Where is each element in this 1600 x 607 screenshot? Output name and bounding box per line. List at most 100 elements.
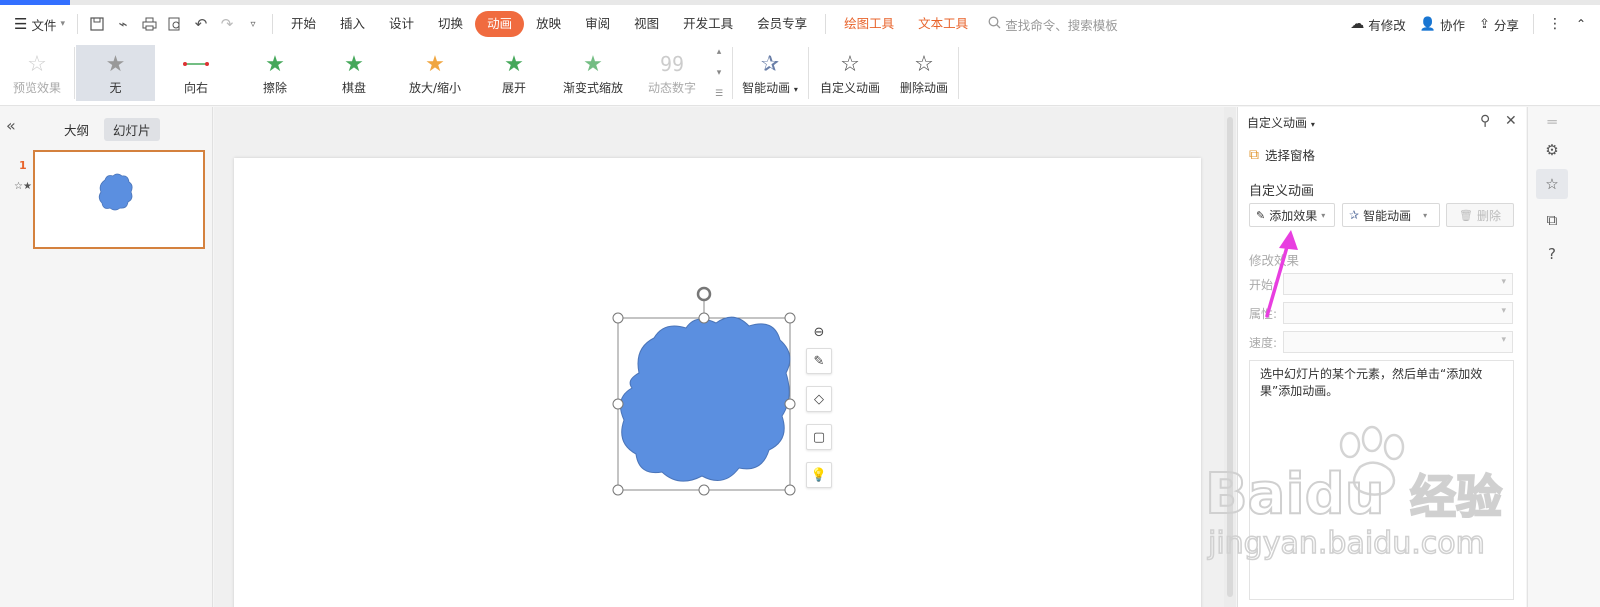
more-options-icon[interactable]: ⋮: [1548, 16, 1562, 32]
user-add-icon: 👤: [1419, 16, 1436, 32]
chevron-down-icon: ▾: [1321, 210, 1326, 220]
star-zoom-icon: ★: [425, 51, 445, 77]
collapse-ribbon-icon[interactable]: ⌃: [1576, 17, 1586, 31]
share-icon: ⇪: [1479, 16, 1490, 32]
print-preview-icon[interactable]: [162, 11, 188, 37]
line-arrow-icon: [183, 49, 209, 79]
star-expand-icon: ★: [504, 51, 524, 77]
save-icon[interactable]: [84, 11, 110, 37]
chevron-down-icon[interactable]: ▾: [717, 68, 722, 78]
collapse-icon[interactable]: ⊖: [806, 319, 832, 345]
brush-icon[interactable]: ✎: [806, 348, 832, 374]
effect-fly-right[interactable]: 向右: [158, 45, 234, 101]
speed-dropdown[interactable]: [1283, 331, 1513, 353]
collapse-panel-icon[interactable]: «: [6, 116, 16, 135]
custom-animation-button[interactable]: ☆ 自定义动画: [814, 45, 886, 101]
close-icon[interactable]: ✕: [1505, 113, 1517, 129]
tab-transition[interactable]: 切换: [426, 11, 475, 37]
tab-home[interactable]: 开始: [279, 11, 328, 37]
add-effect-button[interactable]: ✎ 添加效果 ▾: [1249, 203, 1335, 227]
resize-handle: [784, 398, 796, 410]
start-dropdown[interactable]: [1283, 273, 1513, 295]
format-painter-icon[interactable]: ⌁: [110, 11, 136, 37]
undo-icon[interactable]: ↶: [188, 11, 214, 37]
search-placeholder: 查找命令、搜索模板: [1005, 17, 1118, 33]
resize-handle: [698, 312, 710, 324]
chevron-up-icon[interactable]: ▴: [717, 47, 722, 57]
lightbulb-icon[interactable]: 💡: [806, 462, 832, 488]
delete-animation-button[interactable]: ☆ 删除动画: [892, 45, 956, 101]
selection-pane-button[interactable]: ⧉ 选择窗格: [1249, 145, 1315, 164]
effect-wipe-label: 擦除: [262, 81, 287, 95]
effect-zoom[interactable]: ★ 放大/缩小: [396, 45, 474, 101]
help-icon[interactable]: ?: [1536, 239, 1568, 269]
resize-handle: [698, 484, 710, 496]
annotation-arrow-icon: [1265, 230, 1298, 318]
tab-outline[interactable]: 大纲: [55, 118, 98, 141]
speed-field: 速度:: [1249, 331, 1513, 353]
tab-text-tools[interactable]: 文本工具: [906, 11, 980, 37]
tab-view[interactable]: 视图: [622, 11, 671, 37]
effect-gradual-zoom-label: 渐变式缩放: [562, 81, 623, 95]
property-dropdown[interactable]: [1283, 302, 1513, 324]
chevron-down-icon: ▾: [60, 19, 65, 29]
add-effect-label: 添加效果: [1269, 208, 1318, 223]
delete-button[interactable]: 🗑 删除: [1446, 203, 1514, 227]
tab-drawing-tools[interactable]: 绘图工具: [832, 11, 906, 37]
effect-expand[interactable]: ★ 展开: [476, 45, 552, 101]
animation-marker-icon: ☆★: [14, 181, 32, 192]
tab-slideshow[interactable]: 放映: [524, 11, 573, 37]
resize-handle: [612, 398, 624, 410]
tab-design[interactable]: 设计: [377, 11, 426, 37]
collaborate-button[interactable]: 👤 协作: [1420, 15, 1465, 34]
chevron-down-icon: ▾: [1423, 210, 1428, 220]
redo-icon[interactable]: ↷: [214, 11, 240, 37]
star-wipe-icon: ★: [265, 51, 285, 77]
smart-animation-pane-button[interactable]: ✰ 智能动画 ▾: [1342, 203, 1440, 227]
share-button[interactable]: ⇪ 分享: [1479, 15, 1519, 34]
effect-gradual-zoom[interactable]: ★ 渐变式缩放: [554, 45, 632, 101]
gallery-expand-icon[interactable]: ☰: [715, 89, 723, 99]
effect-none[interactable]: ★ 无: [76, 45, 155, 101]
effect-checkerboard[interactable]: ★ 棋盘: [316, 45, 392, 101]
slide-canvas-area: ⊖ ✎ ◇ ▢ 💡: [214, 107, 1224, 607]
menu-bar: ☰ 文件 ▾ ⌁ ↶ ↷ ▿ 开始 插入 设计 切换 动画 放映 审阅 视图 开…: [0, 5, 1600, 43]
selection-pane-icon: ⧉: [1249, 146, 1259, 163]
modified-status[interactable]: ☁ 有修改: [1350, 15, 1406, 34]
smart-animation-button[interactable]: ✰ 智能动画 ▾: [738, 45, 802, 101]
speed-label: 速度:: [1249, 335, 1278, 350]
effect-checkerboard-label: 棋盘: [341, 81, 366, 95]
pin-icon[interactable]: ⚲: [1480, 113, 1490, 129]
tab-animation[interactable]: 动画: [475, 11, 525, 37]
preview-effect-button[interactable]: ☆ 预览效果: [6, 45, 68, 101]
thumbnail-cloud-shape: [98, 173, 133, 211]
modified-status-label: 有修改: [1368, 17, 1406, 33]
slide-thumbnail[interactable]: [33, 150, 205, 249]
trash-icon: 🗑: [1459, 208, 1473, 222]
star-delete-icon: ☆: [914, 51, 934, 77]
shape-layer: [612, 286, 796, 496]
tab-insert[interactable]: 插入: [328, 11, 377, 37]
star-gray-icon: ★: [105, 51, 126, 77]
slide-transition-icon[interactable]: ⧉: [1536, 205, 1568, 235]
canvas-scrollbar[interactable]: [1224, 107, 1236, 607]
slide-canvas[interactable]: ⊖ ✎ ◇ ▢ 💡: [234, 158, 1201, 607]
animation-star-icon[interactable]: ☆: [1536, 169, 1568, 199]
tab-review[interactable]: 审阅: [573, 11, 622, 37]
pane-title[interactable]: 自定义动画 ▾: [1247, 114, 1315, 131]
gallery-scroll[interactable]: ▴ ▾ ☰: [712, 47, 726, 99]
effect-wipe[interactable]: ★ 擦除: [237, 45, 313, 101]
tab-developer[interactable]: 开发工具: [671, 11, 745, 37]
print-icon[interactable]: [136, 11, 162, 37]
settings-sliders-icon[interactable]: ⚙: [1536, 135, 1568, 165]
tab-member[interactable]: 会员专享: [745, 11, 819, 37]
effect-dynamic-number[interactable]: 99 动态数字: [634, 45, 710, 101]
fill-icon[interactable]: ◇: [806, 386, 832, 412]
outline-icon[interactable]: ▢: [806, 424, 832, 450]
collaborate-label: 协作: [1440, 17, 1466, 33]
tab-slides[interactable]: 幻灯片: [104, 118, 160, 141]
customize-toolbar-icon[interactable]: ▿: [240, 11, 266, 37]
file-menu[interactable]: ☰ 文件 ▾: [0, 15, 71, 34]
command-search[interactable]: 查找命令、搜索模板: [988, 15, 1118, 34]
preview-effect-label: 预览效果: [12, 81, 61, 95]
